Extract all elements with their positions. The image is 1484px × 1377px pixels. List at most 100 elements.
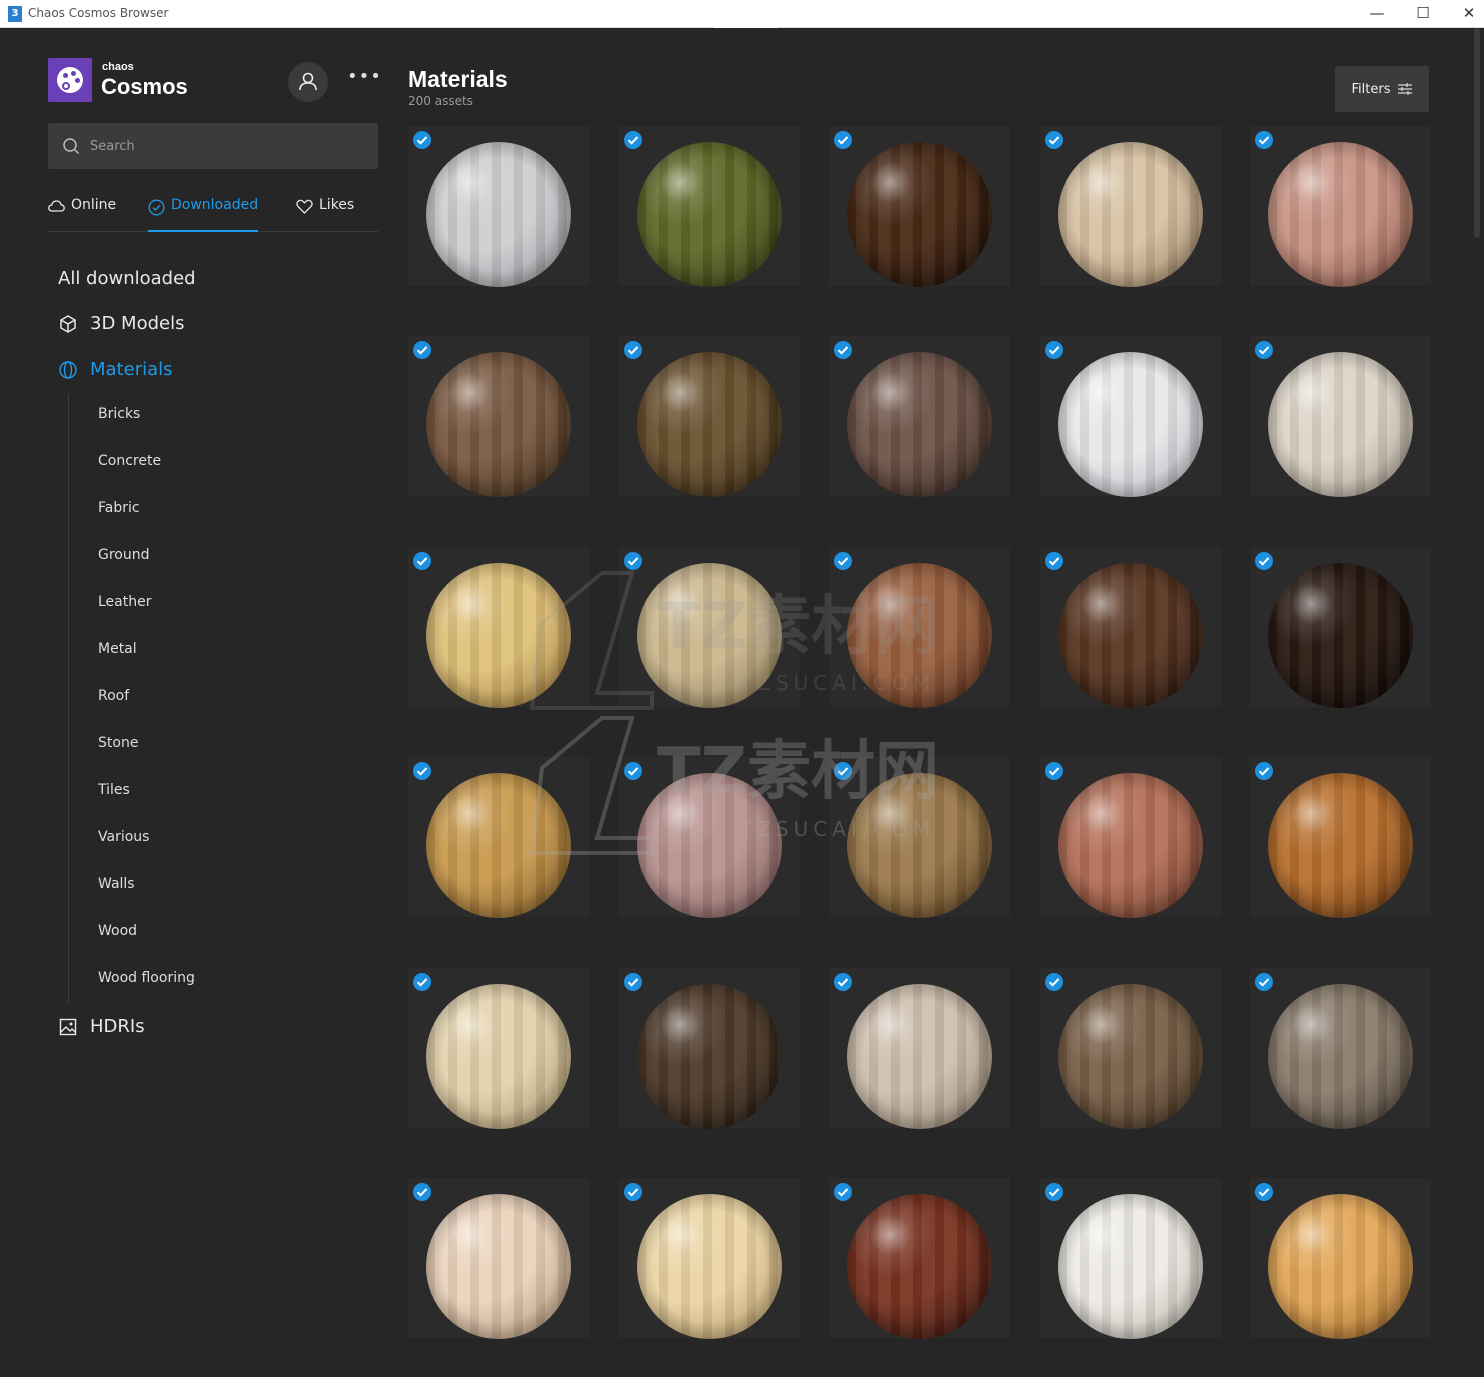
cosmos-logo-icon	[48, 58, 92, 102]
nav-3d-models[interactable]: 3D Models	[58, 313, 184, 334]
nav-all-downloaded[interactable]: All downloaded	[58, 268, 196, 289]
material-card-grey-oak[interactable]	[1250, 967, 1431, 1129]
material-card-ebony[interactable]	[1250, 546, 1431, 708]
tab-likes[interactable]: Likes	[296, 196, 354, 232]
user-icon	[299, 72, 317, 91]
material-preview	[636, 773, 782, 919]
close-button[interactable]: ✕	[1446, 0, 1484, 28]
material-card-beige-wood[interactable]	[618, 546, 800, 708]
downloaded-check-icon	[834, 762, 852, 781]
material-card-orange-grain[interactable]	[1250, 757, 1431, 919]
search-input[interactable]	[48, 123, 378, 169]
downloaded-check-icon	[623, 1183, 642, 1201]
asset-count: 200 assets	[408, 94, 473, 108]
downloaded-check-icon	[413, 551, 431, 570]
material-preview	[426, 142, 571, 287]
material-card-golden-parquet[interactable]	[408, 757, 589, 919]
material-card-honey-parquet[interactable]	[829, 757, 1010, 919]
tab-online[interactable]: Online	[48, 196, 116, 232]
category-tiles[interactable]: Tiles	[98, 782, 130, 798]
material-preview	[636, 983, 782, 1129]
category-roof[interactable]: Roof	[98, 688, 129, 704]
scrollbar[interactable]	[1472, 28, 1482, 1377]
app-frame: chaos Cosmos ••• Online	[2, 28, 1482, 1377]
tab-downloaded[interactable]: Downloaded	[148, 196, 259, 232]
material-card-red-oak[interactable]	[1039, 757, 1221, 919]
filters-button[interactable]: Filters	[1335, 66, 1429, 112]
material-preview	[636, 352, 782, 498]
sliders-icon	[1398, 83, 1413, 95]
material-preview	[1268, 1194, 1413, 1339]
material-preview	[847, 142, 992, 287]
maximize-button[interactable]: ☐	[1400, 0, 1446, 28]
material-card-white-wood[interactable]	[1039, 1178, 1221, 1339]
material-card-brown-grain[interactable]	[1039, 967, 1221, 1129]
nav-materials[interactable]: Materials	[58, 359, 173, 380]
material-card-maple[interactable]	[408, 967, 589, 1129]
category-leather[interactable]: Leather	[98, 594, 151, 610]
brand-chaos: chaos	[102, 61, 134, 73]
material-preview	[1268, 562, 1413, 708]
category-bricks[interactable]: Bricks	[98, 406, 140, 422]
scrollbar-thumb[interactable]	[1474, 28, 1480, 238]
material-card-light-maple[interactable]	[618, 1178, 800, 1339]
category-ground[interactable]: Ground	[98, 547, 150, 563]
category-wood[interactable]: Wood	[98, 923, 137, 939]
category-stone[interactable]: Stone	[98, 735, 138, 751]
downloaded-check-icon	[834, 341, 852, 360]
source-tabs: Online Downloaded Likes	[48, 196, 378, 232]
material-card-knotty-pine[interactable]	[1250, 1178, 1431, 1339]
minimize-button[interactable]: —	[1354, 0, 1400, 28]
downloaded-check-icon	[413, 341, 431, 360]
material-card-moss-ground[interactable]	[618, 126, 800, 287]
category-concrete[interactable]: Concrete	[98, 453, 161, 469]
material-card-mahogany[interactable]	[829, 1178, 1010, 1339]
material-card-cherry-wood[interactable]	[829, 546, 1010, 708]
material-card-white-painted-wood[interactable]	[1039, 336, 1221, 498]
category-fabric[interactable]: Fabric	[98, 500, 140, 516]
material-card-pink-parquet[interactable]	[1250, 126, 1431, 287]
material-preview	[636, 142, 782, 287]
material-card-whitewash-planks[interactable]	[1250, 336, 1431, 498]
cloud-icon	[48, 200, 65, 212]
material-card-rose-wood[interactable]	[618, 757, 800, 919]
material-card-pale-decking[interactable]	[829, 967, 1010, 1129]
material-card-white-terrazzo[interactable]	[408, 126, 589, 287]
category-various[interactable]: Various	[98, 829, 149, 845]
material-preview	[636, 1194, 782, 1339]
downloaded-check-icon	[1044, 131, 1063, 149]
downloaded-check-icon	[623, 551, 642, 570]
tree-line	[68, 394, 69, 1004]
material-preview	[1057, 1194, 1203, 1339]
downloaded-check-icon	[413, 972, 431, 991]
material-card-mixed-dark-planks[interactable]	[829, 336, 1010, 498]
material-card-dark-oak-planks[interactable]	[1039, 546, 1221, 708]
downloaded-check-icon	[1044, 762, 1063, 781]
material-preview	[1268, 773, 1413, 919]
material-card-dark-decking[interactable]	[618, 967, 800, 1129]
material-card-yellow-pine[interactable]	[408, 546, 589, 708]
more-options-icon[interactable]: •••	[347, 66, 382, 87]
downloaded-check-icon	[834, 1183, 852, 1201]
material-card-light-oak-planks[interactable]	[1039, 126, 1221, 287]
material-card-dark-walnut[interactable]	[829, 126, 1010, 287]
downloaded-check-icon	[623, 341, 642, 360]
material-preview	[426, 562, 571, 708]
account-button[interactable]	[288, 62, 328, 102]
app-icon: 3	[8, 6, 22, 22]
material-card-rustic-parquet[interactable]	[618, 336, 800, 498]
brand-cosmos: Cosmos	[101, 74, 188, 99]
nav-hdris-label: HDRIs	[90, 1016, 145, 1037]
category-metal[interactable]: Metal	[98, 641, 137, 657]
material-preview	[847, 352, 992, 498]
window-title: Chaos Cosmos Browser	[28, 6, 169, 20]
downloaded-check-icon	[1255, 762, 1273, 781]
material-card-birch[interactable]	[408, 1178, 589, 1339]
downloaded-check-icon	[1255, 972, 1273, 991]
category-wood-flooring[interactable]: Wood flooring	[98, 970, 195, 986]
material-card-brown-parquet[interactable]	[408, 336, 589, 498]
nav-hdris[interactable]: HDRIs	[58, 1016, 145, 1037]
material-preview	[1268, 983, 1413, 1129]
nav-materials-label: Materials	[90, 359, 173, 380]
category-walls[interactable]: Walls	[98, 876, 135, 892]
